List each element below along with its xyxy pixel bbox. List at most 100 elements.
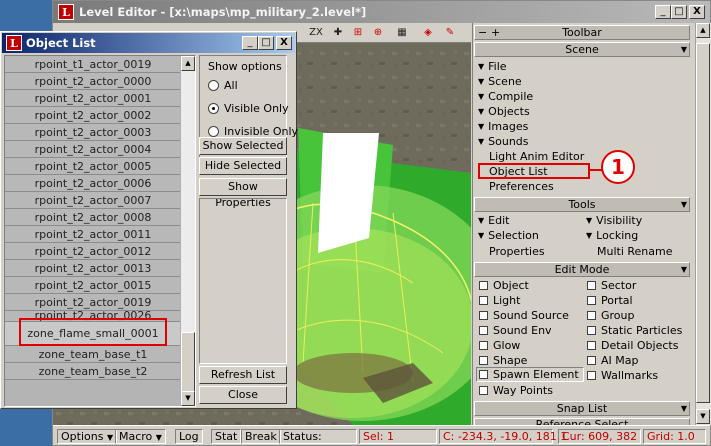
mode-detail-objects[interactable]: Detail Objects [587,339,678,352]
list-item[interactable]: rpoint_t2_actor_0012 [5,243,181,260]
list-item[interactable]: rpoint_t2_actor_0008 [5,209,181,226]
main-titlebar[interactable]: L Level Editor - [x:\maps\mp_military_2.… [53,1,710,23]
scene-menu-scene[interactable]: ▼ Scene [478,75,522,88]
close-button[interactable]: X [689,5,705,19]
list-item[interactable]: rpoint_t2_actor_0006 [5,175,181,192]
preferences-item[interactable]: Preferences [489,180,554,193]
radio-icon[interactable] [208,103,219,114]
radio-icon[interactable] [208,126,219,137]
checkbox[interactable] [587,326,596,335]
scene-header[interactable]: Scene ▼ [474,42,690,57]
mode-light[interactable]: Light [479,294,520,307]
list-item[interactable]: rpoint_t2_actor_0005 [5,158,181,175]
tools-visibility[interactable]: ▼ Visibility [586,214,642,227]
checkbox[interactable] [479,356,488,365]
scroll-down-icon[interactable]: ▼ [696,409,710,424]
scene-menu-objects[interactable]: ▼ Objects [478,105,530,118]
scroll-thumb[interactable] [181,332,195,392]
checkbox[interactable] [479,386,488,395]
mode-ai-map[interactable]: AI Map [587,354,638,367]
list-item[interactable]: rpoint_t2_actor_0001 [5,90,181,107]
break-button[interactable]: Break [241,429,281,444]
stat-button[interactable]: Stat [211,429,242,444]
radio-icon[interactable] [208,80,219,91]
list-item[interactable]: rpoint_t2_actor_0002 [5,107,181,124]
scroll-thumb[interactable] [696,43,710,403]
radio-visible-only[interactable]: Visible Only [208,102,289,115]
list-item[interactable]: rpoint_t2_actor_0003 [5,124,181,141]
checkbox[interactable] [587,311,596,320]
right-panel-scrollbar[interactable]: ▲ ▼ [695,23,711,425]
scene-menu-file[interactable]: ▼ File [478,60,507,73]
scene-menu-compile[interactable]: ▼ Compile [478,90,533,103]
light-anim-editor-item[interactable]: Light Anim Editor [489,150,584,163]
scroll-down-icon[interactable]: ▼ [181,391,195,406]
axis-icon[interactable]: ✚ [329,25,347,41]
radio-all[interactable]: All [208,79,238,92]
grid-icon[interactable]: ▦ [393,25,411,41]
mode-portal[interactable]: Portal [587,294,633,307]
mode-sector[interactable]: Sector [587,279,636,292]
checkbox[interactable] [587,356,596,365]
minimize-button[interactable]: _ [655,5,671,19]
tools-locking[interactable]: ▼ Locking [586,229,638,242]
log-button[interactable]: Log [175,429,203,444]
mode-static-particles[interactable]: Static Particles [587,324,682,337]
list-item[interactable]: rpoint_t2_actor_0019 [5,294,181,311]
mode-shape[interactable]: Shape [479,354,527,367]
toolbar-header[interactable]: − + Toolbar [474,25,690,40]
checkbox[interactable] [587,281,596,290]
checkbox[interactable] [587,371,596,380]
options-button[interactable]: Options ▼ [57,429,118,444]
list-item[interactable]: rpoint_t2_actor_0007 [5,192,181,209]
object-list-scrollbar[interactable]: ▲ ▼ [180,56,195,406]
scene-menu-sounds[interactable]: ▼ Sounds [478,135,529,148]
collapse-toolbar-button[interactable]: − [478,26,487,39]
mode-sound-env[interactable]: Sound Env [479,324,552,337]
snap-list-header[interactable]: Snap List ▼ [474,401,690,416]
list-item[interactable]: rpoint_t2_actor_0011 [5,226,181,243]
mode-wallmarks[interactable]: Wallmarks [587,369,658,382]
minimize-button[interactable]: _ [242,36,258,50]
checkbox[interactable] [479,341,488,350]
mode-object[interactable]: Object [479,279,529,292]
checkbox[interactable] [479,281,488,290]
tools-edit[interactable]: ▼ Edit [478,214,509,227]
tools-multi-rename[interactable]: Multi Rename [597,245,673,258]
list-item[interactable]: rpoint_t2_actor_0004 [5,141,181,158]
mode-group[interactable]: Group [587,309,635,322]
magnet-icon[interactable]: ◈ [419,25,437,41]
refresh-list-button[interactable]: Refresh List [199,366,287,384]
list-item[interactable]: zone_team_base_t1 [5,346,181,363]
mode-sound-source[interactable]: Sound Source [479,309,569,322]
snap-icon[interactable]: ⊞ [349,25,367,41]
show-selected-button[interactable]: Show Selected [199,137,287,155]
maximize-button[interactable]: □ [258,36,274,50]
scroll-up-icon[interactable]: ▲ [181,56,195,71]
list-item[interactable]: rpoint_t2_actor_0000 [5,73,181,90]
list-item[interactable]: rpoint_t1_actor_0019 [5,56,181,73]
close-list-button[interactable]: Close [199,386,287,404]
brush-icon[interactable]: ✎ [441,25,459,41]
tools-header[interactable]: Tools ▼ [474,197,690,212]
checkbox[interactable] [587,296,596,305]
list-item[interactable]: zone_team_base_t2 [5,363,181,380]
object-list-box[interactable]: rpoint_t1_actor_0019 rpoint_t2_actor_000… [4,55,196,407]
mode-way-points[interactable]: Way Points [479,384,553,397]
close-button[interactable]: X [276,36,292,50]
tools-selection[interactable]: ▼ Selection [478,229,539,242]
expand-toolbar-button[interactable]: + [491,26,500,39]
checkbox[interactable] [479,326,488,335]
macro-button[interactable]: Macro ▼ [115,429,166,444]
mode-spawn-element[interactable]: Spawn Element [476,367,584,382]
checkbox[interactable] [479,370,488,379]
checkbox[interactable] [479,296,488,305]
target-icon[interactable]: ⊕ [369,25,387,41]
list-item[interactable]: rpoint_t2_actor_0015 [5,277,181,294]
checkbox[interactable] [479,311,488,320]
zx-view-button[interactable]: ZX [307,25,325,41]
list-item[interactable]: rpoint_t2_actor_0013 [5,260,181,277]
tools-properties[interactable]: Properties [489,245,545,258]
scene-menu-images[interactable]: ▼ Images [478,120,528,133]
object-list-titlebar[interactable]: L Object List _ □ X [2,33,295,53]
